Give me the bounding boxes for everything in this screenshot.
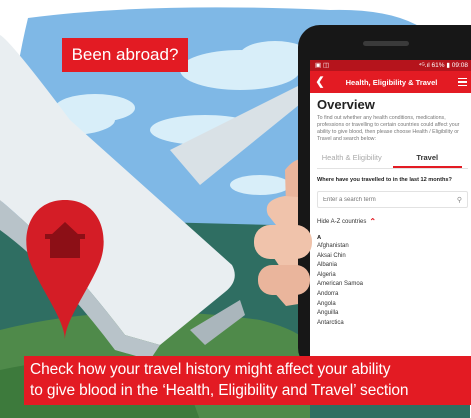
list-item[interactable]: Algeria <box>317 271 468 281</box>
search-icon[interactable]: ⚲ <box>457 196 462 204</box>
app-header: ❮ Health, Eligibility & Travel <box>310 71 471 93</box>
phone-screen: ▣ ◫ ⁴ᴳ.ıl 61% ▮ 09:08 ❮ Health, Eligibil… <box>310 60 471 370</box>
tab-bar: Health & Eligibility Travel <box>317 151 468 169</box>
hide-az-label: Hide A-Z countries <box>317 219 367 225</box>
header-title: Health, Eligibility & Travel <box>345 77 438 87</box>
country-list: A Afghanistan Aksai Chin Albania Algeria… <box>317 234 468 328</box>
travel-question: Where have you travelled to in the last … <box>317 177 452 183</box>
headline-label: Been abroad? <box>62 38 188 72</box>
list-item[interactable]: Andorra <box>317 290 468 300</box>
list-item[interactable]: Angola <box>317 300 468 310</box>
hide-az-toggle[interactable]: Hide A-Z countries ⌃ <box>317 218 468 226</box>
chevron-left-icon[interactable]: ❮ <box>315 71 325 93</box>
hamburger-menu-icon[interactable] <box>457 76 468 89</box>
page-title: Overview <box>317 97 375 112</box>
caption-line-1: Check how your travel history might affe… <box>30 361 391 378</box>
overview-text: To find out whether any health condition… <box>317 115 460 142</box>
status-bar-right: ⁴ᴳ.ıl 61% ▮ 09:08 <box>418 62 468 69</box>
tab-health-eligibility[interactable]: Health & Eligibility <box>317 151 387 168</box>
list-item[interactable]: Aksai Chin <box>317 252 468 262</box>
phone-device: ▣ ◫ ⁴ᴳ.ıl 61% ▮ 09:08 ❮ Health, Eligibil… <box>298 25 471 370</box>
promo-banner: ▣ ◫ ⁴ᴳ.ıl 61% ▮ 09:08 ❮ Health, Eligibil… <box>0 0 471 418</box>
page-content: Overview To find out whether any health … <box>310 93 471 328</box>
list-item[interactable]: American Samoa <box>317 280 468 290</box>
caption-box: Check how your travel history might affe… <box>24 356 471 405</box>
letter-heading: A <box>317 235 322 241</box>
status-bar-left: ▣ ◫ <box>315 62 330 69</box>
caption-line-2: to give blood in the ‘Health, Eligibilit… <box>30 382 409 399</box>
list-item[interactable]: Albania <box>317 261 468 271</box>
search-input[interactable] <box>323 196 433 203</box>
hand-thumb <box>254 225 312 259</box>
list-item[interactable]: Antarctica <box>317 319 468 329</box>
list-item[interactable]: Afghanistan <box>317 242 468 252</box>
search-box[interactable]: ⚲ <box>317 191 468 208</box>
phone-speaker <box>363 41 409 46</box>
status-bar: ▣ ◫ ⁴ᴳ.ıl 61% ▮ 09:08 <box>310 60 471 71</box>
list-item[interactable]: Anguilla <box>317 309 468 319</box>
hand-finger <box>258 265 310 295</box>
tab-travel[interactable]: Travel <box>392 151 462 168</box>
chevron-up-icon[interactable]: ⌃ <box>369 218 376 226</box>
